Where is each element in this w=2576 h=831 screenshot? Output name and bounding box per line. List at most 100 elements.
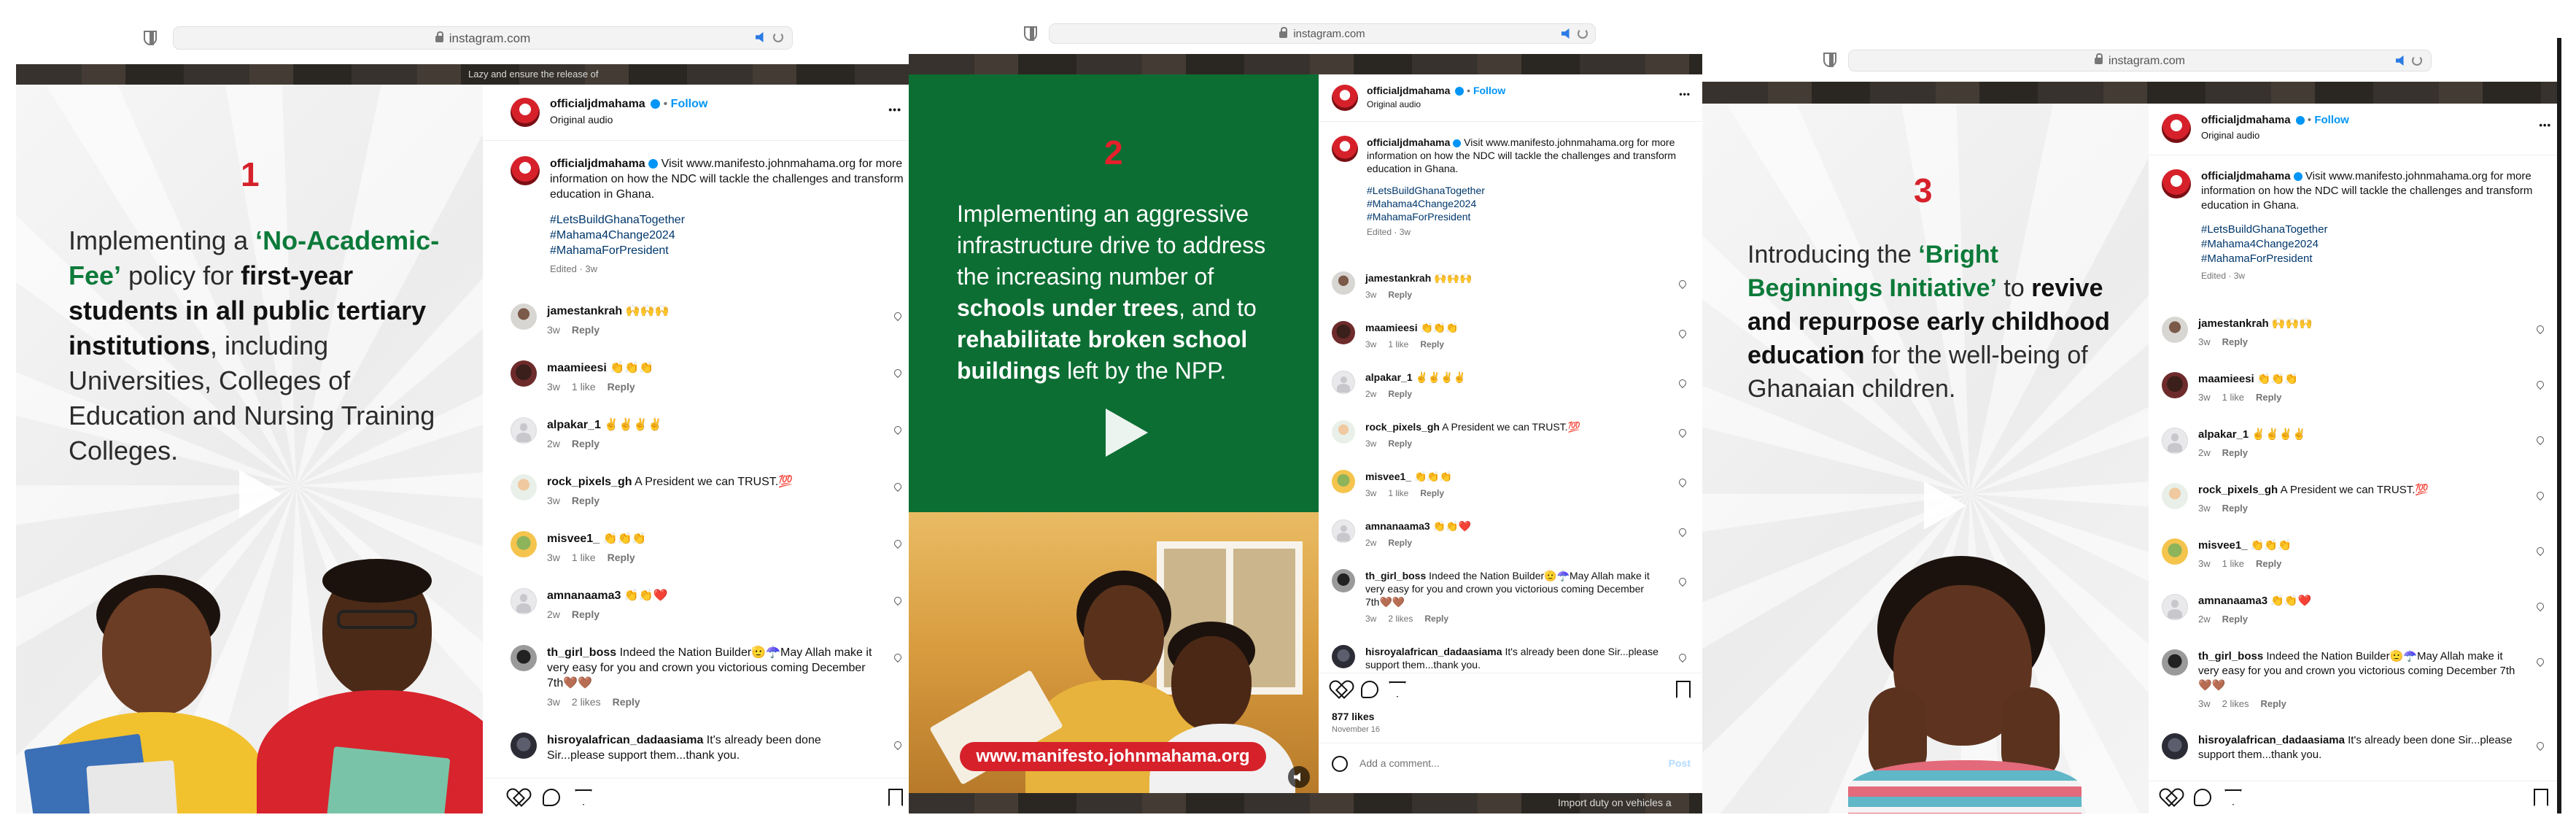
shield-icon[interactable] <box>144 31 157 45</box>
shield-icon[interactable] <box>1823 53 1836 67</box>
commenter-avatar[interactable] <box>511 531 537 557</box>
hashtag[interactable]: #Mahama4Change2024 <box>2201 237 2548 252</box>
comment-username[interactable]: rock_pixels_gh <box>2198 484 2278 496</box>
reply-button[interactable]: Reply <box>1388 290 1412 300</box>
commenter-avatar[interactable] <box>2162 483 2188 509</box>
comment-like-icon[interactable] <box>892 481 904 492</box>
more-options-icon[interactable]: ••• <box>888 104 901 115</box>
commenter-avatar[interactable] <box>511 360 537 387</box>
comment-like-icon[interactable] <box>2534 490 2546 501</box>
comment-username[interactable]: jamestankrah <box>547 305 622 317</box>
comment-likes[interactable]: 2 likes <box>572 696 601 708</box>
reply-button[interactable]: Reply <box>2222 336 2248 347</box>
comment-like-icon[interactable] <box>1677 526 1688 538</box>
commenter-avatar[interactable] <box>1332 271 1355 295</box>
comment-like-icon[interactable] <box>892 310 904 322</box>
audio-label[interactable]: Original audio <box>1367 99 1421 109</box>
reply-button[interactable]: Reply <box>1420 488 1444 498</box>
commenter-avatar[interactable] <box>2162 372 2188 398</box>
author-username[interactable]: officialjdmahama <box>1367 85 1450 96</box>
audio-label[interactable]: Original audio <box>550 114 613 125</box>
save-icon[interactable] <box>2534 789 2548 806</box>
comment-likes[interactable]: 1 like <box>572 381 596 393</box>
likes-count[interactable]: 877 likes <box>1332 711 1374 722</box>
share-icon[interactable] <box>1389 681 1406 697</box>
hashtag[interactable]: #Mahama4Change2024 <box>1367 197 1688 210</box>
comment-like-icon[interactable] <box>1677 652 1688 663</box>
slide-image[interactable]: 2 Implementing an aggressive infrastruct… <box>909 74 1319 793</box>
like-icon[interactable] <box>1332 681 1349 697</box>
comment-like-icon[interactable] <box>2534 740 2546 751</box>
reload-icon[interactable] <box>2412 55 2422 66</box>
commenter-avatar[interactable] <box>2162 428 2188 454</box>
comment-likes[interactable]: 1 like <box>1388 488 1408 498</box>
follow-button[interactable]: Follow <box>2314 114 2349 126</box>
commenter-avatar[interactable] <box>2162 594 2188 620</box>
shield-icon[interactable] <box>1024 26 1037 41</box>
commenter-avatar[interactable] <box>511 588 537 614</box>
address-bar[interactable]: instagram.com <box>173 26 793 50</box>
mute-icon[interactable] <box>1288 766 1310 788</box>
reply-button[interactable]: Reply <box>2260 698 2286 709</box>
comment-like-icon[interactable] <box>2534 656 2546 668</box>
follow-button[interactable]: Follow <box>1473 85 1505 96</box>
comment-like-icon[interactable] <box>892 652 904 663</box>
comment-username[interactable]: amnanaama3 <box>547 590 621 602</box>
comment-username[interactable]: rock_pixels_gh <box>1365 421 1440 433</box>
commenter-avatar[interactable] <box>2162 538 2188 565</box>
comment-like-icon[interactable] <box>2534 600 2546 612</box>
reload-icon[interactable] <box>1578 28 1588 39</box>
comment-like-icon[interactable] <box>892 739 904 751</box>
comment-like-icon[interactable] <box>1677 427 1688 438</box>
save-icon[interactable] <box>888 789 903 806</box>
reply-button[interactable]: Reply <box>608 552 635 563</box>
audio-label[interactable]: Original audio <box>2201 130 2259 141</box>
reply-button[interactable]: Reply <box>2222 614 2248 625</box>
hashtag[interactable]: #LetsBuildGhanaTogether <box>2201 223 2548 237</box>
commenter-avatar[interactable] <box>1332 519 1355 543</box>
reply-button[interactable]: Reply <box>572 608 600 620</box>
commenter-avatar[interactable] <box>2162 317 2188 343</box>
reply-button[interactable]: Reply <box>613 696 640 708</box>
comment-username[interactable]: th_girl_boss <box>2198 650 2263 662</box>
author-username[interactable]: officialjdmahama <box>2201 114 2291 126</box>
commenter-avatar[interactable] <box>511 733 537 759</box>
comment-like-icon[interactable] <box>1677 328 1688 339</box>
comment-username[interactable]: hisroyalafrican_dadaasiama <box>1365 646 1502 657</box>
reply-button[interactable]: Reply <box>2222 447 2248 458</box>
save-icon[interactable] <box>1676 681 1691 698</box>
reply-button[interactable]: Reply <box>1388 389 1412 399</box>
hashtag[interactable]: #Mahama4Change2024 <box>550 228 904 243</box>
follow-button[interactable]: Follow <box>671 98 708 110</box>
share-icon[interactable] <box>575 789 592 805</box>
comment-username[interactable]: alpakar_1 <box>547 419 601 431</box>
reply-button[interactable]: Reply <box>608 381 635 393</box>
commenter-avatar[interactable] <box>511 304 537 330</box>
comment-likes[interactable]: 1 like <box>2222 558 2244 569</box>
reply-button[interactable]: Reply <box>1388 438 1412 449</box>
share-icon[interactable] <box>2224 789 2242 805</box>
comment-like-icon[interactable] <box>2534 434 2546 446</box>
post-button[interactable]: Post <box>1669 757 1691 769</box>
comment-like-icon[interactable] <box>892 367 904 379</box>
reply-button[interactable]: Reply <box>572 438 600 449</box>
comment-username[interactable]: rock_pixels_gh <box>547 476 632 488</box>
commenter-avatar[interactable] <box>1332 645 1355 668</box>
play-icon[interactable] <box>1911 476 1969 534</box>
author-username[interactable]: officialjdmahama <box>550 98 645 110</box>
hashtag[interactable]: #LetsBuildGhanaTogether <box>1367 184 1688 197</box>
hashtag[interactable]: #MahamaForPresident <box>550 243 904 258</box>
play-icon[interactable] <box>226 464 284 522</box>
author-avatar[interactable] <box>2162 114 2191 143</box>
more-options-icon[interactable]: ••• <box>1679 89 1691 99</box>
hashtag[interactable]: #LetsBuildGhanaTogether <box>550 212 904 228</box>
reply-button[interactable]: Reply <box>1420 339 1444 349</box>
commenter-avatar[interactable] <box>511 474 537 500</box>
reply-button[interactable]: Reply <box>572 324 600 336</box>
comment-like-icon[interactable] <box>1677 476 1688 488</box>
comment-like-icon[interactable] <box>2534 545 2546 557</box>
comment-like-icon[interactable] <box>892 424 904 436</box>
reply-button[interactable]: Reply <box>2256 558 2281 569</box>
comment-username[interactable]: alpakar_1 <box>1365 371 1413 383</box>
comment-like-icon[interactable] <box>2534 323 2546 335</box>
